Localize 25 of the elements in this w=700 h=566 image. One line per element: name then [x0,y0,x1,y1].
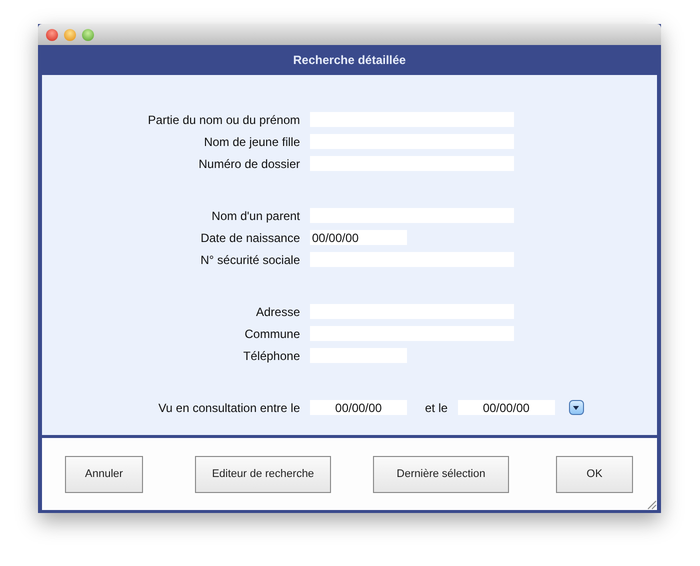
caret-icon [572,404,580,410]
dialog-button[interactable]: Annuler [65,456,143,492]
dropdown-button[interactable] [568,400,584,415]
field-label: Date de naissance [200,230,301,244]
field-label: Adresse [254,304,301,318]
field-label: N° sécurité sociale [199,252,301,266]
minimize-button[interactable] [64,28,76,40]
date-field[interactable]: 00/00/00 [310,400,407,415]
zoom-button[interactable] [82,28,94,40]
window-title: Recherche détaillée [293,53,406,67]
field-label: Commune [244,326,301,340]
dialog-button[interactable]: Editeur de recherche [195,456,331,492]
dialog-button[interactable]: OK [556,456,633,492]
field-label: Vu en consultation entre le [157,400,301,414]
field-label: Nom d'un parent [210,208,301,222]
field-label: et le [425,400,448,414]
input-field[interactable]: 00/00/00 [310,230,407,245]
resize-grip-icon[interactable] [645,498,657,510]
dialog-button[interactable]: Dernière sélection [373,456,509,492]
field-label: Téléphone [242,348,301,362]
date-field[interactable]: 00/00/00 [458,400,555,415]
close-button[interactable] [46,28,58,40]
field-label: Partie du nom ou du prénom [146,112,301,126]
field-label: Numéro de dossier [198,156,301,170]
field-label: Nom de jeune fille [202,134,301,148]
